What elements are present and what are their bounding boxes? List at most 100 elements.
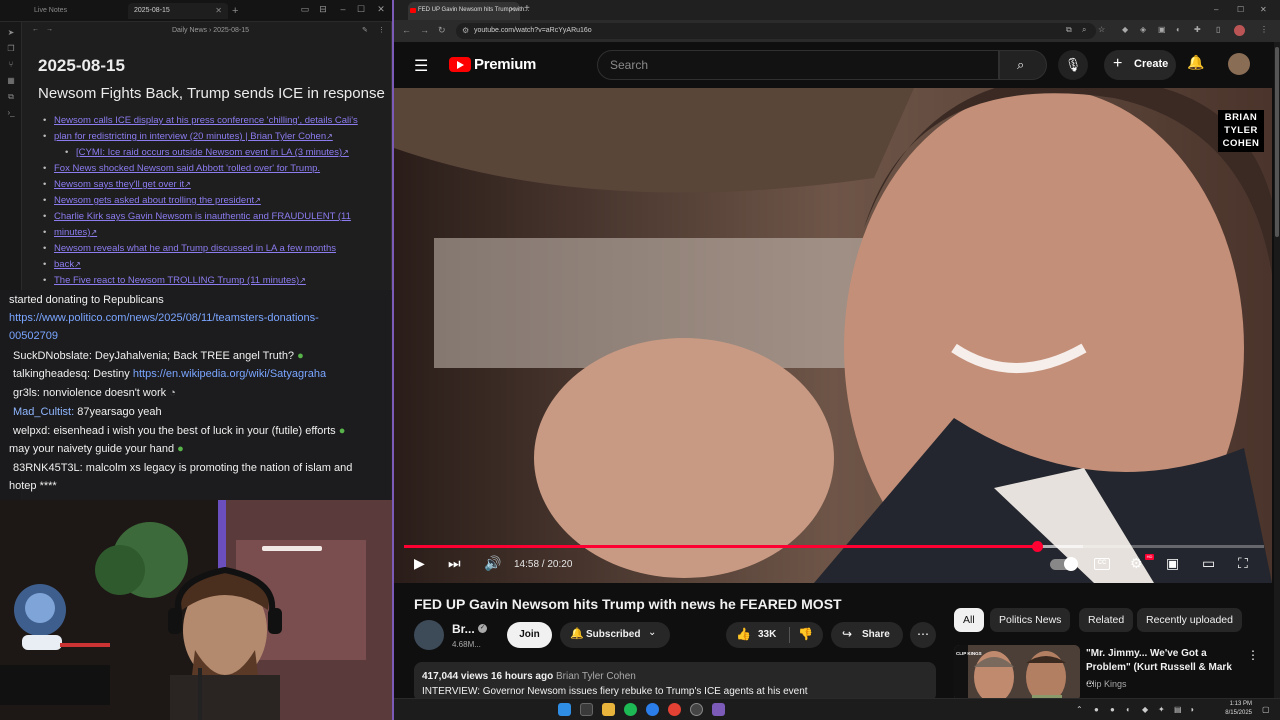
tray-chevron-icon[interactable]: ⌃ bbox=[1076, 705, 1083, 714]
start-windows-icon[interactable] bbox=[558, 703, 571, 716]
obsidian-icon[interactable] bbox=[712, 703, 725, 716]
more-actions-icon[interactable]: ⋯ bbox=[910, 622, 936, 648]
hamburger-menu-icon[interactable]: ☰ bbox=[414, 56, 428, 76]
note-link-cont[interactable]: Newsom says they'll get over it↗ bbox=[43, 177, 191, 193]
more-icon[interactable]: ⋮ bbox=[378, 26, 385, 34]
reload-icon[interactable]: ↻ bbox=[438, 25, 446, 36]
tray-app-icon[interactable]: ◐ bbox=[1126, 705, 1131, 714]
files-icon[interactable]: ❐ bbox=[6, 44, 16, 53]
tray-app-icon[interactable]: ● bbox=[1110, 705, 1115, 714]
share-button[interactable]: ↪ Share bbox=[831, 622, 903, 648]
note-link[interactable]: Newsom gets asked about trolling the pre… bbox=[43, 193, 261, 209]
zoom-icon[interactable]: ⌕ bbox=[1082, 26, 1090, 34]
miniplayer-icon[interactable]: ▣ bbox=[1166, 555, 1179, 572]
more-vert-icon[interactable]: ⋮ bbox=[1247, 648, 1259, 662]
send-icon[interactable]: ➤ bbox=[6, 28, 16, 37]
page-scrollbar[interactable] bbox=[1274, 42, 1280, 702]
chat-line[interactable]: https://www.politico.com/news/2025/08/11… bbox=[9, 312, 319, 324]
close-icon[interactable]: ✕ bbox=[215, 6, 222, 15]
chat-username[interactable]: gr3ls: bbox=[13, 387, 40, 399]
new-tab-button[interactable]: + bbox=[232, 3, 246, 19]
chat-username[interactable]: Mad_Cultist: bbox=[13, 406, 74, 418]
voice-search-icon[interactable]: 🎙 bbox=[1058, 50, 1088, 80]
recommended-thumbnail[interactable]: CLIP KINGS bbox=[954, 645, 1080, 701]
channel-avatar[interactable] bbox=[414, 620, 444, 650]
address-bar[interactable]: ⚙ youtube.com/watch?v=aRcYyARu16o bbox=[456, 23, 1096, 39]
note-link[interactable]: [CYMI: Ice raid occurs outside Newsom ev… bbox=[65, 145, 349, 161]
subscribed-button[interactable]: 🔔 Subscribed ⌄ bbox=[560, 622, 670, 648]
note-link-cont[interactable]: back↗ bbox=[43, 257, 81, 273]
install-icon[interactable]: ⧉ bbox=[1066, 26, 1074, 34]
copy-icon[interactable]: ⧉ bbox=[6, 92, 16, 101]
create-button[interactable]: + Create bbox=[1104, 50, 1176, 80]
description-box[interactable]: 417,044 views 16 hours ago Brian Tyler C… bbox=[414, 662, 936, 702]
chat-username[interactable]: 83RNK45T3L: bbox=[13, 462, 83, 474]
note-link[interactable]: Fox News shocked Newsom said Abbott 'rol… bbox=[43, 161, 320, 177]
note-link-cont[interactable]: minutes)↗ bbox=[43, 225, 97, 241]
tab-2025-08-15[interactable]: 2025-08-15 ✕ bbox=[128, 3, 228, 19]
search-button[interactable]: ⌕ bbox=[999, 50, 1047, 80]
close-window-icon[interactable]: ✕ bbox=[1260, 5, 1267, 14]
maximize-icon[interactable]: ☐ bbox=[354, 4, 368, 15]
branch-icon[interactable]: ⑂ bbox=[6, 60, 16, 69]
extensions-puzzle-icon[interactable]: ✚ bbox=[1194, 26, 1202, 34]
network-icon[interactable]: ▤ bbox=[1174, 705, 1182, 714]
browser-tab[interactable]: FED UP Gavin Newsom hits Trump with... ✕ bbox=[408, 2, 529, 20]
volume-icon[interactable]: 🔊 bbox=[484, 555, 501, 572]
progress-bar[interactable] bbox=[404, 541, 1264, 552]
site-info-icon[interactable]: ⚙ bbox=[462, 26, 469, 35]
play-icon[interactable]: ▶ bbox=[414, 555, 425, 572]
chat-username[interactable]: talkingheadesq: bbox=[13, 368, 90, 380]
notifications-bell-icon[interactable]: 🔔 bbox=[1187, 54, 1204, 71]
task-view-icon[interactable] bbox=[580, 703, 593, 716]
tray-app-icon[interactable]: ● bbox=[1094, 705, 1099, 714]
note-link[interactable]: Newsom reveals what he and Trump discuss… bbox=[43, 241, 336, 257]
obs-icon[interactable] bbox=[690, 703, 703, 716]
youtube-logo-icon[interactable] bbox=[449, 57, 471, 72]
chat-link[interactable]: https://www.politico.com/news/2025/08/11… bbox=[9, 312, 319, 324]
tab-live-notes[interactable]: Live Notes bbox=[28, 3, 128, 19]
settings-gear-icon[interactable]: ⚙ bbox=[1130, 555, 1143, 572]
tray-app-icon[interactable]: ✦ bbox=[1158, 705, 1165, 714]
note-link[interactable]: The Five react to Newsom TROLLING Trump … bbox=[43, 273, 306, 289]
note-link[interactable]: Newsom calls ICE display at his press co… bbox=[43, 113, 358, 129]
join-button[interactable]: Join bbox=[507, 622, 552, 648]
chat-link[interactable]: 00502709 bbox=[9, 330, 58, 342]
chrome-icon[interactable] bbox=[668, 703, 681, 716]
spotify-icon[interactable] bbox=[624, 703, 637, 716]
profile-avatar-icon[interactable] bbox=[1234, 25, 1245, 36]
recommended-channel[interactable]: Clip Kings bbox=[1086, 679, 1127, 689]
back-icon[interactable]: ← bbox=[402, 25, 411, 35]
minimize-icon[interactable]: – bbox=[336, 4, 350, 14]
note-link[interactable]: Charlie Kirk says Gavin Newsom is inauth… bbox=[43, 209, 351, 225]
minimize-icon[interactable]: – bbox=[1214, 5, 1218, 14]
note-link-cont[interactable]: plan for redistricting in interview (20 … bbox=[43, 129, 333, 145]
forward-arrow-icon[interactable]: → bbox=[46, 26, 53, 33]
new-tab-button[interactable]: + bbox=[524, 3, 530, 14]
account-avatar[interactable] bbox=[1228, 53, 1250, 75]
like-thumb-icon[interactable]: 👍 bbox=[736, 627, 751, 641]
extension-icon[interactable]: ◐ bbox=[1176, 26, 1184, 34]
tray-app-icon[interactable]: ◆ bbox=[1142, 705, 1148, 714]
autoplay-toggle[interactable] bbox=[1050, 557, 1078, 571]
clock-date[interactable]: 8/15/2025 bbox=[1225, 710, 1252, 716]
description-channel[interactable]: Brian Tyler Cohen bbox=[556, 671, 636, 682]
volume-tray-icon[interactable]: ◗ bbox=[1190, 705, 1195, 714]
edit-icon[interactable]: ✎ bbox=[362, 26, 368, 34]
file-explorer-icon[interactable] bbox=[602, 703, 615, 716]
youtube-brand[interactable]: Premium bbox=[474, 56, 536, 73]
next-icon[interactable]: ⏭ bbox=[448, 555, 461, 572]
terminal-icon[interactable]: ›_ bbox=[6, 108, 16, 117]
forward-icon[interactable]: → bbox=[420, 25, 429, 35]
sidebar-toggle-icon[interactable]: ▭ bbox=[298, 4, 312, 15]
extension-icon[interactable]: ◈ bbox=[1140, 26, 1148, 34]
menu-icon[interactable]: ⋮ bbox=[1260, 26, 1268, 34]
close-window-icon[interactable]: ✕ bbox=[374, 4, 388, 15]
chip-recently-uploaded[interactable]: Recently uploaded bbox=[1137, 608, 1242, 632]
extension-icon[interactable]: ◆ bbox=[1122, 26, 1130, 34]
grid-icon[interactable]: ▦ bbox=[6, 76, 16, 85]
sidepanel-icon[interactable]: ▯ bbox=[1216, 26, 1224, 34]
bookmark-star-icon[interactable]: ☆ bbox=[1098, 26, 1106, 34]
chat-link[interactable]: https://en.wikipedia.org/wiki/Satyagraha bbox=[133, 368, 326, 380]
chat-username[interactable]: welpxd: bbox=[13, 425, 50, 437]
